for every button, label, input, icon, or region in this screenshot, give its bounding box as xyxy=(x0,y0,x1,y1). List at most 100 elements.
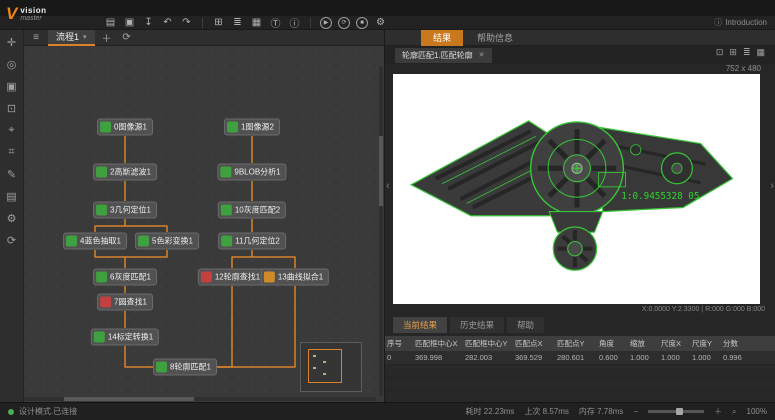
subtab-label: 轮廓匹配1.匹配轮廓 xyxy=(402,50,473,61)
flow-node[interactable]: 0图像源1 xyxy=(97,119,153,136)
image-toolbar: ⊡ ⊞ ≣ ▦ xyxy=(716,47,765,58)
flow-node[interactable]: 7圆查找1 xyxy=(97,294,153,311)
zoom-in-icon[interactable]: ＋ xyxy=(714,406,722,417)
flow-minimap[interactable] xyxy=(300,342,362,392)
flow-node[interactable]: 10灰度匹配2 xyxy=(218,202,286,219)
tool-edit-icon[interactable]: ✎ xyxy=(7,168,16,181)
status-dot-icon xyxy=(8,409,14,415)
tool-grid-icon[interactable]: ⌗ xyxy=(8,146,14,159)
refresh-flow-icon[interactable]: ⟳ xyxy=(119,32,135,43)
app-logo: V vision master xyxy=(6,1,46,27)
close-icon[interactable]: ✕ xyxy=(479,51,485,59)
tool-settings-icon[interactable]: ⚙ xyxy=(7,212,17,225)
chevron-left-icon[interactable]: ‹ xyxy=(386,180,390,192)
color-icon xyxy=(138,236,149,247)
minimap-node xyxy=(323,361,326,363)
measure-icon[interactable]: ≣ xyxy=(743,47,751,58)
fit-icon[interactable]: ⊡ xyxy=(716,47,724,58)
flow-horizontal-scrollbar[interactable] xyxy=(24,397,376,401)
settings-icon[interactable]: ⚙ xyxy=(372,16,389,29)
node-label: 11几何定位2 xyxy=(235,236,280,247)
tool-shape-icon[interactable]: ▣ xyxy=(6,80,16,93)
node-label: 14标定转换1 xyxy=(108,332,153,343)
node-label: 9BLOB分析1 xyxy=(234,167,280,178)
flow-node[interactable]: 3几何定位1 xyxy=(93,202,157,219)
logo-v-icon: V xyxy=(6,4,17,24)
image-viewer[interactable]: 1:0.9455328 05 xyxy=(393,74,760,304)
match-score-overlay: 1:0.9455328 05 xyxy=(621,191,699,202)
chevron-down-icon: ▾ xyxy=(83,33,87,41)
run-once-icon[interactable]: ▶ xyxy=(320,17,332,29)
status-text: 设计模式.已连接 xyxy=(19,406,77,417)
image-view-icon[interactable]: ▦ xyxy=(248,16,265,29)
flow-tab-bar: ≡ 流程1 ▾ ＋ ⟳ xyxy=(24,30,384,46)
flow-node[interactable]: 5色彩变换1 xyxy=(135,233,199,250)
run-loop-icon[interactable]: ⟳ xyxy=(338,17,350,29)
subtab-contour-match[interactable]: 轮廓匹配1.匹配轮廓 ✕ xyxy=(395,48,492,63)
tab-history-result[interactable]: 历史结果 xyxy=(450,317,504,333)
tab-help-info[interactable]: 帮助信息 xyxy=(465,30,525,46)
tool-add-icon[interactable]: ✛ xyxy=(7,36,16,49)
tool-target-icon[interactable]: ⌖ xyxy=(8,124,14,137)
left-tool-strip: ✛ ◎ ▣ ⊡ ⌖ ⌗ ✎ ▤ ⚙ ⟳ xyxy=(0,30,24,402)
node-label: 0图像源1 xyxy=(114,122,147,133)
tool-select-icon[interactable]: ◎ xyxy=(7,58,17,71)
node-label: 13曲线拟合1 xyxy=(278,272,323,283)
result-subtab-bar: 当前结果 历史结果 帮助 xyxy=(393,317,544,333)
tab-flow1[interactable]: 流程1 ▾ xyxy=(48,30,95,46)
filter-icon xyxy=(96,167,107,178)
save-icon[interactable]: ▤ xyxy=(102,16,119,29)
flow-canvas[interactable]: 0图像源1 2高斯滤波1 3几何定位1 4蓝色抽取1 5色彩变换1 6灰度匹配1… xyxy=(24,46,384,402)
magnifier-icon[interactable]: ⌕ xyxy=(732,407,736,417)
flow-node[interactable]: 14标定转换1 xyxy=(91,329,159,346)
flow-node[interactable]: 9BLOB分析1 xyxy=(217,164,286,181)
flow-node[interactable]: 2高斯滤波1 xyxy=(93,164,157,181)
table-row[interactable]: 0369.998 282.003369.529 280.6010.600 1.0… xyxy=(385,351,775,365)
introduction-link[interactable]: ⓘ Introduction xyxy=(714,17,767,28)
main-toolbar: ▤ ▣ ↧ ↶ ↷ ⊞ ≣ ▦ Ⓣ ⓘ ▶ ⟳ ■ ⚙ xyxy=(0,16,775,30)
redo-icon[interactable]: ↷ xyxy=(178,16,195,29)
flow-node[interactable]: 6灰度匹配1 xyxy=(93,269,157,286)
list-view-icon[interactable]: ≣ xyxy=(229,16,246,29)
blob-icon xyxy=(220,167,231,178)
tool-list-icon[interactable]: ▤ xyxy=(6,190,16,203)
visionmaster-app: V vision master 文件 编辑 工具 帮助 ◧ — ▢ ✕ ▤ ▣ … xyxy=(0,0,775,420)
flow-menu-icon[interactable]: ≡ xyxy=(28,32,44,43)
chevron-right-icon[interactable]: › xyxy=(770,180,774,192)
tab-results[interactable]: 结果 xyxy=(421,30,463,46)
save-image-icon[interactable]: ▦ xyxy=(756,47,765,58)
flow-node[interactable]: 4蓝色抽取1 xyxy=(63,233,127,250)
node-label: 7圆查找1 xyxy=(114,297,147,308)
undo-icon[interactable]: ↶ xyxy=(159,16,176,29)
match-icon xyxy=(221,205,232,216)
stat-elapsed: 耗时 22.23ms xyxy=(466,406,515,417)
tag-icon[interactable]: Ⓣ xyxy=(267,16,284,29)
grid-view-icon[interactable]: ⊞ xyxy=(210,16,227,29)
flow-node[interactable]: 12轮廓查找1 xyxy=(198,269,266,286)
add-flow-icon[interactable]: ＋ xyxy=(99,30,115,45)
zoom-slider[interactable] xyxy=(648,410,704,413)
tab-current-result[interactable]: 当前结果 xyxy=(393,317,447,333)
zoom-out-icon[interactable]: − xyxy=(633,407,638,416)
flow-vertical-scrollbar[interactable] xyxy=(379,66,383,396)
open-icon[interactable]: ▣ xyxy=(121,16,138,29)
info-icon[interactable]: ⓘ xyxy=(286,16,303,29)
minimap-node xyxy=(323,373,326,375)
flow-node[interactable]: 13曲线拟合1 xyxy=(261,269,329,286)
node-label: 10灰度匹配2 xyxy=(235,205,280,216)
stop-icon[interactable]: ■ xyxy=(356,17,368,29)
tool-roi-icon[interactable]: ⊡ xyxy=(7,102,16,115)
circle-find-icon xyxy=(100,297,111,308)
curve-fit-icon xyxy=(264,272,275,283)
tab-help[interactable]: 帮助 xyxy=(507,317,544,333)
logo-line1: vision xyxy=(20,6,46,15)
tool-refresh-icon[interactable]: ⟳ xyxy=(7,234,16,247)
flow-node[interactable]: 8轮廓匹配1 xyxy=(153,359,217,376)
one-to-one-icon[interactable]: ⊞ xyxy=(729,47,737,58)
node-label: 6灰度匹配1 xyxy=(110,272,151,283)
node-label: 2高斯滤波1 xyxy=(110,167,151,178)
export-icon[interactable]: ↧ xyxy=(140,16,157,29)
node-label: 8轮廓匹配1 xyxy=(170,362,211,373)
flow-node[interactable]: 1图像源2 xyxy=(224,119,280,136)
flow-node[interactable]: 11几何定位2 xyxy=(218,233,286,250)
